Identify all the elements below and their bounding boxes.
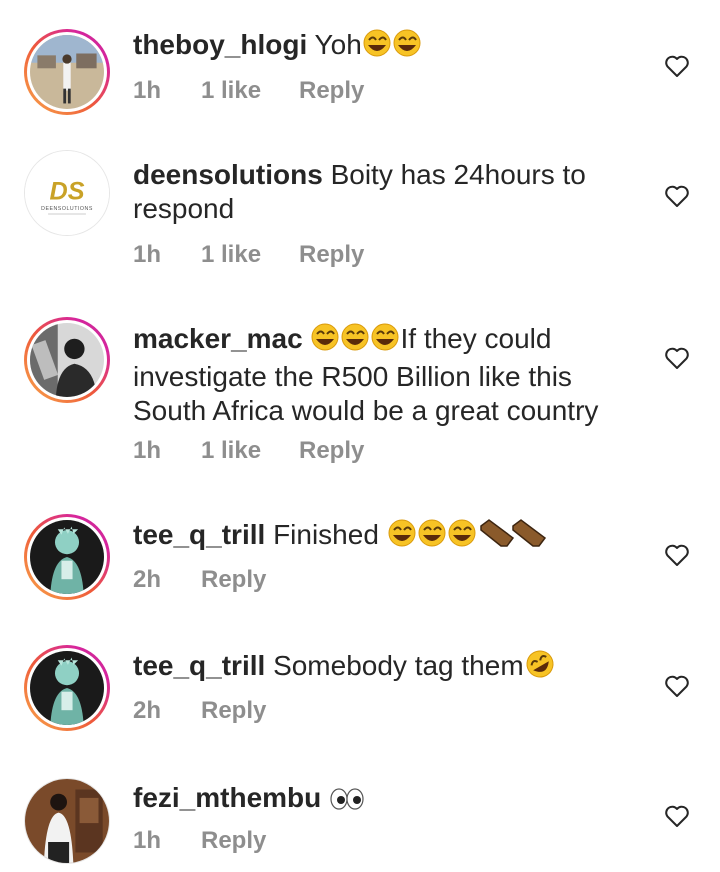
reply-button[interactable]: Reply — [299, 437, 364, 465]
comment-body: Finished — [273, 519, 379, 550]
comment-body: If they could — [400, 323, 552, 354]
comment-username[interactable]: theboy_hlogi — [133, 29, 307, 60]
laughing-emoji-icon — [387, 518, 547, 556]
comment-body: Somebody tag them — [273, 650, 524, 681]
comment-likes[interactable]: 1 like — [201, 437, 299, 465]
comment-text: tee_q_trill Somebody tag them — [133, 649, 633, 687]
comment-body-line2: investigate the R500 Billion like this — [133, 361, 572, 392]
comment-likes[interactable]: 1 like — [201, 241, 299, 269]
heart-outline-icon[interactable] — [664, 184, 690, 208]
comment-text: fezi_mthembu — [133, 781, 633, 819]
comment-body-line3: South Africa would be a great country — [133, 395, 599, 426]
avatar-photo — [25, 779, 109, 863]
avatar-photo — [30, 35, 104, 109]
reply-button[interactable]: Reply — [299, 77, 364, 105]
reply-button[interactable]: Reply — [201, 697, 266, 725]
comment-time: 2h — [133, 697, 162, 724]
comment-likes[interactable]: 1 like — [201, 77, 299, 105]
comment-body: Yoh — [314, 29, 362, 60]
avatar[interactable] — [24, 514, 110, 600]
laughing-emoji-icon — [362, 28, 422, 66]
reply-button[interactable]: Reply — [201, 827, 266, 855]
comment-time: 2h — [133, 566, 162, 593]
comment-username[interactable]: deensolutions — [133, 159, 323, 190]
comment-meta: 1h 1 like Reply — [133, 77, 364, 105]
comment-meta: 2h Reply — [133, 566, 266, 594]
comment-body-line2: respond — [133, 193, 235, 224]
reply-button[interactable]: Reply — [299, 241, 364, 269]
avatar-photo — [30, 651, 104, 725]
avatar[interactable] — [24, 778, 110, 864]
rofl-emoji-icon — [524, 649, 556, 687]
comment-time: 1h — [133, 241, 162, 268]
comment-username[interactable]: tee_q_trill — [133, 650, 265, 681]
comment-meta: 1h Reply — [133, 827, 266, 855]
comment-time: 1h — [133, 77, 162, 104]
svg-text:DS: DS — [50, 177, 85, 205]
svg-text:DEENSOLUTIONS: DEENSOLUTIONS — [41, 206, 93, 212]
comment-text: theboy_hlogi Yoh — [133, 28, 633, 66]
avatar[interactable]: DS DEENSOLUTIONS — [24, 150, 110, 236]
comment-meta: 2h Reply — [133, 697, 266, 725]
avatar[interactable] — [24, 29, 110, 115]
comment-username[interactable]: tee_q_trill — [133, 519, 265, 550]
comment-username[interactable]: macker_mac — [133, 323, 303, 354]
deensolutions-logo-icon: DS DEENSOLUTIONS — [25, 151, 109, 235]
comment-body: Boity has 24hours to — [330, 159, 586, 190]
heart-outline-icon[interactable] — [664, 346, 690, 370]
comment-meta: 1h 1 like Reply — [133, 437, 364, 465]
coffin-icon — [479, 519, 514, 547]
avatar[interactable] — [24, 317, 110, 403]
comment-time: 1h — [133, 437, 162, 464]
comment-text: tee_q_trill Finished — [133, 518, 633, 556]
comment-time: 1h — [133, 827, 162, 854]
eyes-emoji-icon — [329, 785, 365, 819]
heart-outline-icon[interactable] — [664, 543, 690, 567]
avatar[interactable] — [24, 645, 110, 731]
avatar-photo — [30, 520, 104, 594]
laughing-emoji-icon — [310, 322, 400, 360]
comment-text: macker_mac If they could investigate the… — [133, 322, 633, 428]
heart-outline-icon[interactable] — [664, 674, 690, 698]
comment-username[interactable]: fezi_mthembu — [133, 782, 321, 813]
heart-outline-icon[interactable] — [664, 804, 690, 828]
avatar-photo — [30, 323, 104, 397]
comment-text: deensolutions Boity has 24hours to respo… — [133, 158, 633, 226]
reply-button[interactable]: Reply — [201, 566, 266, 594]
heart-outline-icon[interactable] — [664, 54, 690, 78]
comment-meta: 1h 1 like Reply — [133, 241, 364, 269]
